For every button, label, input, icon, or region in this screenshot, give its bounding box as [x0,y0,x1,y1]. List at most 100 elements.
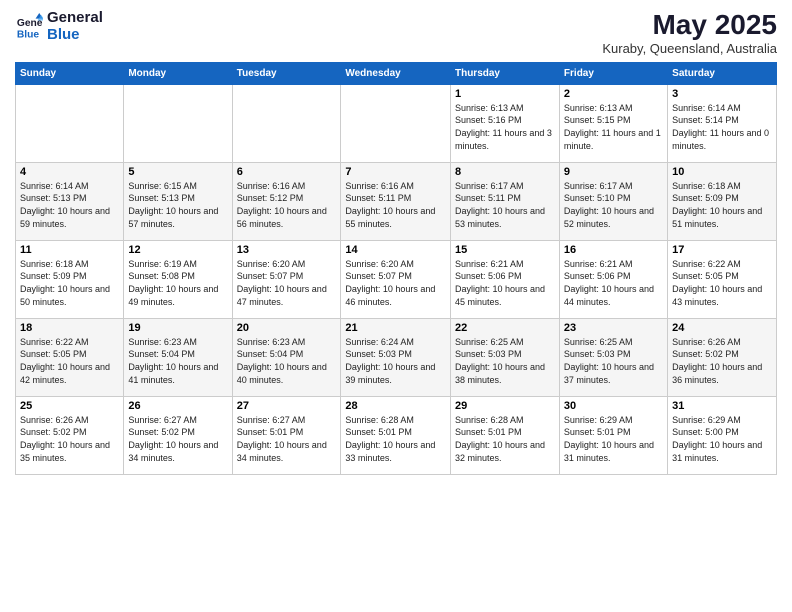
calendar-cell: 30 Sunrise: 6:29 AMSunset: 5:01 PMDayligh… [559,396,667,474]
day-number: 6 [237,166,337,178]
day-info: Sunrise: 6:25 AMSunset: 5:03 PMDaylight:… [564,336,663,386]
calendar-cell: 20 Sunrise: 6:23 AMSunset: 5:04 PMDayligh… [232,318,341,396]
day-info: Sunrise: 6:19 AMSunset: 5:08 PMDaylight:… [128,258,227,308]
calendar-cell: 26Sunrise: 6:27 AMSunset: 5:02 PMDayligh… [124,396,232,474]
day-info: Sunrise: 6:14 AMSunset: 5:14 PMDaylight:… [672,102,772,152]
calendar-cell: 7 Sunrise: 6:16 AMSunset: 5:11 PMDaylight… [341,162,451,240]
header: General Blue General Blue May 2025 Kurab… [15,10,777,56]
calendar-week-row: 25 Sunrise: 6:26 AMSunset: 5:02 PMDayligh… [16,396,777,474]
day-number: 7 [345,166,446,178]
calendar-cell: 28Sunrise: 6:28 AMSunset: 5:01 PMDayligh… [341,396,451,474]
day-info: Sunrise: 6:17 AMSunset: 5:11 PMDaylight:… [455,180,555,230]
day-info: Sunrise: 6:24 AMSunset: 5:03 PMDaylight:… [345,336,446,386]
day-info: Sunrise: 6:14 AMSunset: 5:13 PMDaylight:… [20,180,119,230]
main-title: May 2025 [602,10,777,41]
day-number: 29 [455,400,555,412]
day-number: 10 [672,166,772,178]
logo: General Blue General Blue [15,10,103,43]
day-number: 30 [564,400,663,412]
calendar-cell: 2Sunrise: 6:13 AMSunset: 5:15 PMDaylight… [559,84,667,162]
day-info: Sunrise: 6:13 AMSunset: 5:16 PMDaylight:… [455,102,555,152]
header-row: Sunday Monday Tuesday Wednesday Thursday… [16,62,777,84]
day-number: 20 [237,322,337,334]
day-info: Sunrise: 6:22 AMSunset: 5:05 PMDaylight:… [20,336,119,386]
calendar-week-row: 1 Sunrise: 6:13 AMSunset: 5:16 PMDaylight… [16,84,777,162]
calendar-cell [232,84,341,162]
col-monday: Monday [124,62,232,84]
day-info: Sunrise: 6:25 AMSunset: 5:03 PMDaylight:… [455,336,555,386]
calendar-cell: 1 Sunrise: 6:13 AMSunset: 5:16 PMDaylight… [450,84,559,162]
day-number: 5 [128,166,227,178]
day-info: Sunrise: 6:23 AMSunset: 5:04 PMDaylight:… [128,336,227,386]
day-info: Sunrise: 6:27 AMSunset: 5:01 PMDaylight:… [237,414,337,464]
day-number: 4 [20,166,119,178]
day-number: 23 [564,322,663,334]
day-info: Sunrise: 6:28 AMSunset: 5:01 PMDaylight:… [455,414,555,464]
logo-text-line1: General [47,10,103,27]
calendar-cell: 4 Sunrise: 6:14 AMSunset: 5:13 PMDaylight… [16,162,124,240]
day-number: 28 [345,400,446,412]
calendar-cell: 27 Sunrise: 6:27 AMSunset: 5:01 PMDayligh… [232,396,341,474]
day-number: 31 [672,400,772,412]
calendar-cell: 14Sunrise: 6:20 AMSunset: 5:07 PMDayligh… [341,240,451,318]
day-info: Sunrise: 6:13 AMSunset: 5:15 PMDaylight:… [564,102,663,152]
logo-icon: General Blue [15,13,43,41]
day-info: Sunrise: 6:26 AMSunset: 5:02 PMDaylight:… [20,414,119,464]
day-info: Sunrise: 6:29 AMSunset: 5:01 PMDaylight:… [564,414,663,464]
calendar-cell: 9 Sunrise: 6:17 AMSunset: 5:10 PMDaylight… [559,162,667,240]
calendar-cell: 3 Sunrise: 6:14 AMSunset: 5:14 PMDaylight… [668,84,777,162]
day-info: Sunrise: 6:22 AMSunset: 5:05 PMDaylight:… [672,258,772,308]
calendar-week-row: 11 Sunrise: 6:18 AMSunset: 5:09 PMDayligh… [16,240,777,318]
day-number: 27 [237,400,337,412]
calendar-table: Sunday Monday Tuesday Wednesday Thursday… [15,62,777,475]
day-number: 25 [20,400,119,412]
day-number: 18 [20,322,119,334]
day-number: 14 [345,244,446,256]
day-info: Sunrise: 6:16 AMSunset: 5:12 PMDaylight:… [237,180,337,230]
day-info: Sunrise: 6:27 AMSunset: 5:02 PMDaylight:… [128,414,227,464]
day-number: 8 [455,166,555,178]
day-info: Sunrise: 6:29 AMSunset: 5:00 PMDaylight:… [672,414,772,464]
day-info: Sunrise: 6:16 AMSunset: 5:11 PMDaylight:… [345,180,446,230]
title-block: May 2025 Kuraby, Queensland, Australia [602,10,777,56]
day-info: Sunrise: 6:21 AMSunset: 5:06 PMDaylight:… [564,258,663,308]
day-info: Sunrise: 6:23 AMSunset: 5:04 PMDaylight:… [237,336,337,386]
col-sunday: Sunday [16,62,124,84]
calendar-cell: 21Sunrise: 6:24 AMSunset: 5:03 PMDayligh… [341,318,451,396]
day-info: Sunrise: 6:18 AMSunset: 5:09 PMDaylight:… [672,180,772,230]
calendar-cell [16,84,124,162]
calendar-cell: 31 Sunrise: 6:29 AMSunset: 5:00 PMDayligh… [668,396,777,474]
calendar-cell: 11 Sunrise: 6:18 AMSunset: 5:09 PMDayligh… [16,240,124,318]
col-saturday: Saturday [668,62,777,84]
day-number: 12 [128,244,227,256]
day-info: Sunrise: 6:20 AMSunset: 5:07 PMDaylight:… [237,258,337,308]
day-info: Sunrise: 6:18 AMSunset: 5:09 PMDaylight:… [20,258,119,308]
calendar-cell: 5 Sunrise: 6:15 AMSunset: 5:13 PMDaylight… [124,162,232,240]
day-number: 24 [672,322,772,334]
day-number: 3 [672,88,772,100]
calendar-cell: 19 Sunrise: 6:23 AMSunset: 5:04 PMDayligh… [124,318,232,396]
day-info: Sunrise: 6:26 AMSunset: 5:02 PMDaylight:… [672,336,772,386]
calendar-cell: 6 Sunrise: 6:16 AMSunset: 5:12 PMDaylight… [232,162,341,240]
calendar-cell: 15Sunrise: 6:21 AMSunset: 5:06 PMDayligh… [450,240,559,318]
col-tuesday: Tuesday [232,62,341,84]
calendar-week-row: 4 Sunrise: 6:14 AMSunset: 5:13 PMDaylight… [16,162,777,240]
calendar-cell: 24 Sunrise: 6:26 AMSunset: 5:02 PMDayligh… [668,318,777,396]
day-info: Sunrise: 6:17 AMSunset: 5:10 PMDaylight:… [564,180,663,230]
svg-text:Blue: Blue [17,29,40,40]
calendar-cell: 18 Sunrise: 6:22 AMSunset: 5:05 PMDayligh… [16,318,124,396]
calendar-cell: 29 Sunrise: 6:28 AMSunset: 5:01 PMDayligh… [450,396,559,474]
day-number: 19 [128,322,227,334]
calendar-cell: 13Sunrise: 6:20 AMSunset: 5:07 PMDayligh… [232,240,341,318]
day-number: 1 [455,88,555,100]
col-thursday: Thursday [450,62,559,84]
calendar-week-row: 18 Sunrise: 6:22 AMSunset: 5:05 PMDayligh… [16,318,777,396]
calendar-cell: 8 Sunrise: 6:17 AMSunset: 5:11 PMDaylight… [450,162,559,240]
day-number: 9 [564,166,663,178]
calendar-cell: 10 Sunrise: 6:18 AMSunset: 5:09 PMDayligh… [668,162,777,240]
subtitle: Kuraby, Queensland, Australia [602,41,777,56]
calendar-cell: 22Sunrise: 6:25 AMSunset: 5:03 PMDayligh… [450,318,559,396]
day-info: Sunrise: 6:15 AMSunset: 5:13 PMDaylight:… [128,180,227,230]
logo-text-line2: Blue [47,27,103,44]
day-number: 11 [20,244,119,256]
